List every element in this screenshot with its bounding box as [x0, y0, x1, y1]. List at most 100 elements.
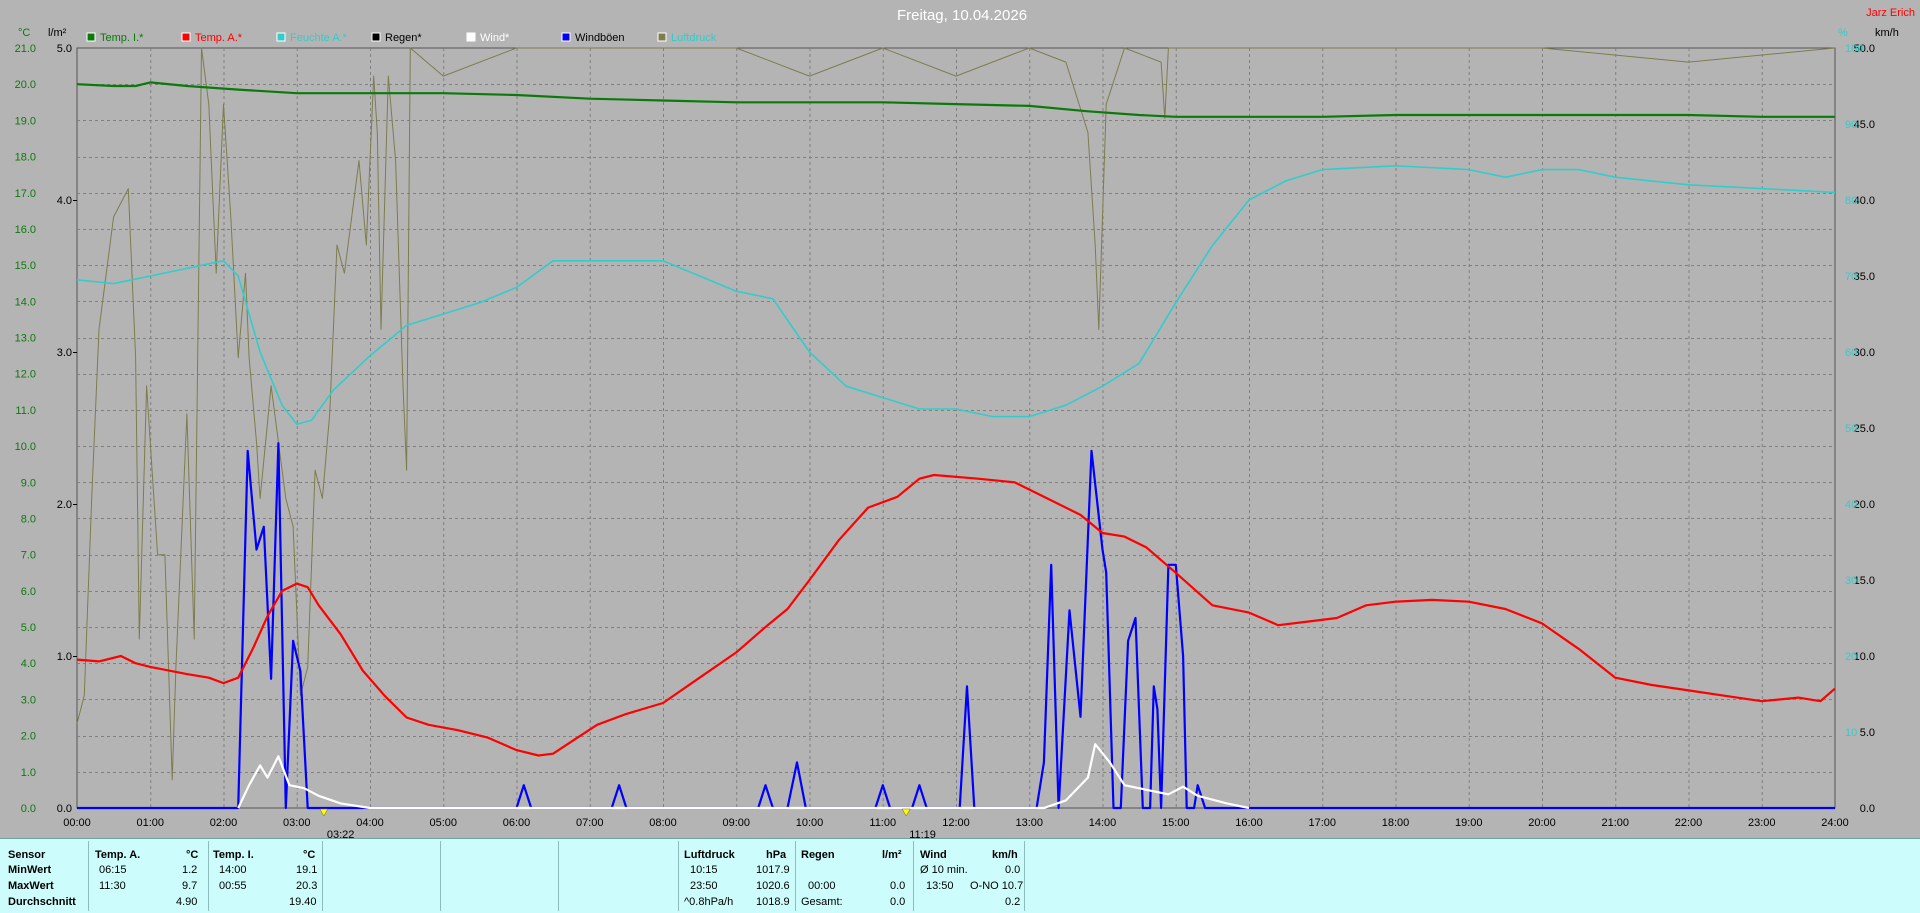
- time-tick-label: 02:00: [210, 817, 238, 829]
- time-tick-label: 01:00: [136, 817, 164, 829]
- legend-label: Wind*: [480, 32, 510, 44]
- stats-pressure-max-time: 23:50: [690, 880, 718, 892]
- temp-tick-label: 14.0: [15, 296, 36, 308]
- stats-wind-avg-label: Ø 10 min.: [920, 864, 968, 876]
- temp-tick-label: 18.0: [15, 152, 36, 164]
- time-tick-label: 22:00: [1675, 817, 1703, 829]
- legend-swatch: [86, 32, 96, 42]
- wind-tick-label: 0.0: [1860, 803, 1875, 815]
- stats-wind-max: O-NO 10.7: [970, 880, 1024, 892]
- stats-rain-max-time: 00:00: [808, 880, 836, 892]
- author-label: Jarz Erich: [1866, 7, 1915, 19]
- time-tick-label: 09:00: [722, 817, 750, 829]
- legend-label: Luftdruck: [671, 32, 717, 44]
- time-tick-label: 18:00: [1382, 817, 1410, 829]
- temp-tick-label: 8.0: [21, 513, 36, 525]
- stats-pressure-min: 1017.9: [756, 864, 790, 876]
- legend-swatch: [657, 32, 667, 42]
- chart-title: Freitag, 10.04.2026: [897, 7, 1027, 24]
- stats-temp-a-min: 1.2: [182, 864, 198, 876]
- stats-pressure-trend-label: ^0.8hPa/h: [684, 896, 734, 908]
- stats-pressure-header: Luftdruck: [684, 849, 735, 861]
- time-tick-label: 12:00: [942, 817, 970, 829]
- time-tick-label: 14:00: [1089, 817, 1117, 829]
- time-tick-label: 10:00: [796, 817, 824, 829]
- time-tick-label: 00:00: [63, 817, 91, 829]
- time-tick-label: 08:00: [649, 817, 677, 829]
- stats-temp-i-max: 20.3: [296, 880, 318, 892]
- temp-tick-label: 4.0: [21, 658, 36, 670]
- time-marker-label: 11:19: [909, 829, 936, 838]
- legend-label: Regen*: [385, 32, 422, 44]
- stats-panel: Sensor MinWert MaxWert Durchschnitt Temp…: [0, 838, 1920, 913]
- temp-tick-label: 11.0: [15, 405, 36, 417]
- rain-tick-label: 2.0: [57, 499, 72, 511]
- humidity-tick-label: 40: [1845, 499, 1857, 511]
- temp-tick-label: 10.0: [15, 441, 36, 453]
- time-tick-label: 23:00: [1748, 817, 1776, 829]
- time-tick-label: 17:00: [1308, 817, 1336, 829]
- time-tick-label: 06:00: [503, 817, 531, 829]
- divider: [322, 841, 323, 911]
- stats-temp-i-min: 19.1: [296, 864, 318, 876]
- time-tick-label: 21:00: [1601, 817, 1629, 829]
- time-tick-label: 03:00: [283, 817, 311, 829]
- legend-label: Feuchte A.*: [290, 32, 348, 44]
- stats-temp-a-unit: °C: [186, 849, 199, 861]
- time-tick-label: 15:00: [1162, 817, 1190, 829]
- wind-tick-label: 5.0: [1860, 727, 1875, 739]
- stats-pressure-min-time: 10:15: [690, 864, 718, 876]
- humidity-tick-label: 10: [1845, 727, 1857, 739]
- time-tick-label: 05:00: [429, 817, 457, 829]
- rain-tick-label: 4.0: [57, 195, 72, 207]
- temp-tick-label: 19.0: [15, 115, 36, 127]
- humidity-tick-label: 20: [1845, 651, 1857, 663]
- stats-wind-header: Wind: [920, 849, 947, 861]
- time-marker-triangle: [901, 808, 911, 817]
- stats-rain-unit: l/m²: [882, 849, 902, 861]
- time-tick-label: 16:00: [1235, 817, 1263, 829]
- humidity-tick-label: 100: [1845, 43, 1863, 55]
- temp-tick-label: 21.0: [15, 43, 36, 55]
- time-tick-label: 19:00: [1455, 817, 1483, 829]
- stats-wind-unit: km/h: [992, 849, 1018, 861]
- divider: [208, 841, 209, 911]
- divider: [1024, 841, 1025, 911]
- legend-swatch: [371, 32, 381, 42]
- stats-rain-max: 0.0: [890, 880, 906, 892]
- divider: [88, 841, 89, 911]
- wind-unit-label: km/h: [1875, 27, 1899, 39]
- stats-rain-total: 0.0: [890, 896, 906, 908]
- weather-chart: 0.0 1.0 2.0 3.0 4.0 5.0 6.0 7.0 8.0 9.0 10.0 11.0 12…: [15, 7, 1915, 838]
- stats-pressure-unit: hPa: [766, 849, 787, 861]
- temp-unit-label: °C: [18, 27, 30, 39]
- legend-swatch: [561, 32, 571, 42]
- legend-label: Windböen: [575, 32, 625, 44]
- stats-row-avg: Durchschnitt: [8, 896, 76, 908]
- temp-tick-label: 2.0: [21, 731, 36, 743]
- time-tick-label: 20:00: [1528, 817, 1556, 829]
- rain-tick-label: 3.0: [57, 347, 72, 359]
- legend-swatch: [466, 32, 476, 42]
- stats-temp-i-max-time: 00:55: [219, 880, 247, 892]
- humidity-tick-label: 80: [1845, 195, 1857, 207]
- stats-temp-i-header: Temp. I.: [213, 849, 254, 861]
- time-tick-label: 04:00: [356, 817, 384, 829]
- temp-tick-label: 3.0: [21, 694, 36, 706]
- time-tick-label: 07:00: [576, 817, 604, 829]
- rain-tick-label: 0.0: [57, 803, 72, 815]
- temp-tick-label: 17.0: [15, 188, 36, 200]
- time-tick-label: 24:00: [1821, 817, 1849, 829]
- stats-wind-max-time: 13:50: [926, 880, 954, 892]
- rain-tick-label: 1.0: [57, 651, 72, 663]
- temp-tick-label: 0.0: [21, 803, 36, 815]
- legend-label: Temp. A.*: [195, 32, 243, 44]
- divider: [678, 841, 679, 911]
- stats-temp-a-avg: 4.90: [176, 896, 198, 908]
- divider: [913, 841, 914, 911]
- time-tick-label: 13:00: [1015, 817, 1043, 829]
- time-tick-label: 11:00: [869, 817, 896, 829]
- divider: [558, 841, 559, 911]
- humidity-tick-label: 30: [1845, 575, 1857, 587]
- stats-temp-a-header: Temp. A.: [95, 849, 141, 861]
